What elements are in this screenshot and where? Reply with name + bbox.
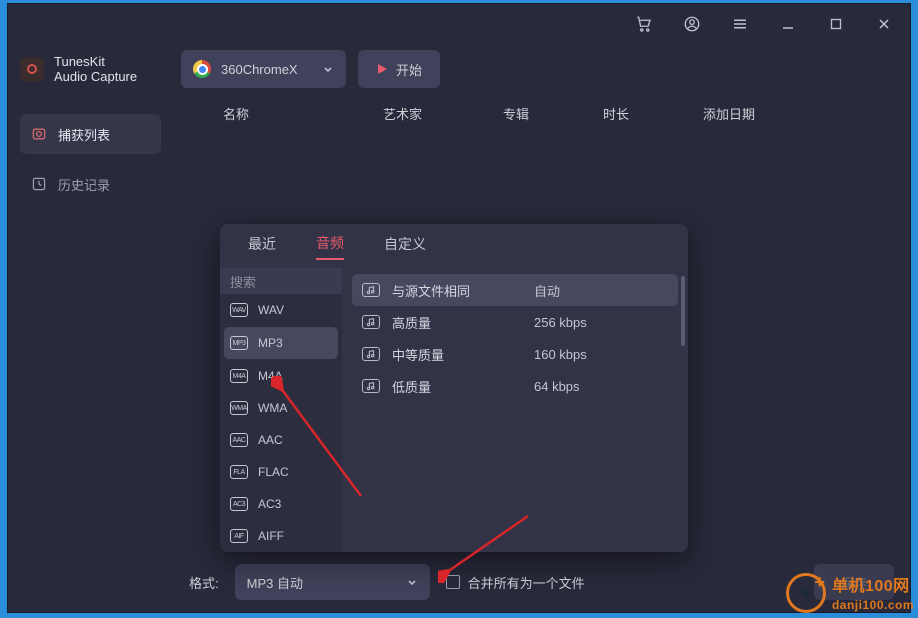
source-label: 360ChromeX (221, 62, 298, 77)
format-dropdown[interactable]: MP3 自动 (235, 564, 430, 600)
sidebar: TunesKit Audio Capture 捕获列表 历史记录 (8, 44, 173, 612)
user-icon[interactable] (674, 6, 710, 42)
format-badge-icon: WAV (230, 303, 248, 317)
chevron-down-icon (406, 576, 418, 588)
tab-recent[interactable]: 最近 (248, 234, 276, 259)
quality-name: 低质量 (392, 377, 522, 396)
format-name: AC3 (258, 497, 281, 511)
format-item-ac3[interactable]: AC3 AC3 (220, 488, 342, 520)
app-title-line2: Audio Capture (54, 69, 137, 84)
sidebar-item-label: 捕获列表 (58, 125, 110, 144)
start-label: 开始 (396, 60, 422, 79)
quality-name: 高质量 (392, 313, 522, 332)
tab-audio[interactable]: 音频 (316, 233, 344, 260)
play-icon (376, 63, 388, 75)
quality-value: 自动 (534, 281, 560, 300)
quality-value: 64 kbps (534, 379, 580, 394)
merge-label: 合并所有为一个文件 (468, 573, 585, 592)
format-popup: 最近 音频 自定义 搜索 WAV WAV MP3 MP3 M4A M4A WMA WMA AAC… (220, 224, 688, 552)
col-duration: 时长 (603, 104, 703, 123)
format-item-aiff[interactable]: AIF AIFF (220, 520, 342, 552)
capture-list-icon (30, 126, 48, 142)
maximize-icon[interactable] (818, 6, 854, 42)
popup-tabs: 最近 音频 自定义 (220, 224, 688, 268)
menu-icon[interactable] (722, 6, 758, 42)
format-badge-icon: MP3 (230, 336, 248, 350)
source-dropdown[interactable]: 360ChromeX (181, 50, 346, 88)
col-artist: 艺术家 (383, 104, 503, 123)
format-name: AAC (258, 433, 283, 447)
col-album: 专辑 (503, 104, 603, 123)
quality-item[interactable]: 与源文件相同自动 (352, 274, 678, 306)
format-item-flac[interactable]: FLA FLAC (220, 456, 342, 488)
quality-value: 160 kbps (534, 347, 587, 362)
titlebar (8, 4, 910, 44)
merge-checkbox[interactable]: 合并所有为一个文件 (446, 573, 585, 592)
sidebar-item-history[interactable]: 历史记录 (20, 164, 161, 204)
format-value: MP3 自动 (247, 573, 303, 592)
music-note-icon (362, 283, 380, 297)
format-name: WMA (258, 401, 287, 415)
scrollbar[interactable] (681, 276, 685, 346)
format-item-m4a[interactable]: M4A M4A (220, 360, 342, 392)
tab-custom[interactable]: 自定义 (384, 234, 426, 259)
format-item-mp3[interactable]: MP3 MP3 (224, 327, 338, 359)
app-title: TunesKit Audio Capture (54, 54, 137, 84)
quality-item[interactable]: 中等质量 160 kbps (352, 338, 678, 370)
format-name: M4A (258, 369, 283, 383)
quality-list: 与源文件相同自动高质量256 kbps中等质量160 kbps低质量64 kbp… (342, 268, 688, 552)
format-label: 格式: (189, 573, 219, 592)
save-label: 保存 (841, 573, 867, 592)
format-name: WAV (258, 303, 284, 317)
quality-item[interactable]: 低质量 64 kbps (352, 370, 678, 402)
column-headers: 名称 艺术家 专辑 时长 添加日期 (173, 94, 910, 123)
format-item-wav[interactable]: WAV WAV (220, 294, 342, 326)
music-note-icon (362, 347, 380, 361)
chrome-icon (193, 60, 211, 78)
col-name: 名称 (223, 104, 383, 123)
format-badge-icon: M4A (230, 369, 248, 383)
chevron-down-icon (322, 63, 334, 75)
quality-item[interactable]: 高质量 256 kbps (352, 306, 678, 338)
col-date: 添加日期 (703, 104, 803, 123)
music-note-icon (362, 379, 380, 393)
format-name: AIFF (258, 529, 284, 543)
format-name: FLAC (258, 465, 289, 479)
sidebar-item-label: 历史记录 (58, 175, 110, 194)
app-title-line1: TunesKit (54, 54, 137, 69)
format-list: 搜索 WAV WAV MP3 MP3 M4A M4A WMA WMA AAC AAC FLA FLAC… (220, 268, 342, 552)
start-button[interactable]: 开始 (358, 50, 440, 88)
history-icon (30, 176, 48, 192)
sidebar-item-capture-list[interactable]: 捕获列表 (20, 114, 161, 154)
format-badge-icon: WMA (230, 401, 248, 415)
cart-icon[interactable] (626, 6, 662, 42)
format-badge-icon: AIF (230, 529, 248, 543)
popup-body: 搜索 WAV WAV MP3 MP3 M4A M4A WMA WMA AAC AAC FLA FLAC… (220, 268, 688, 552)
format-name: MP3 (258, 336, 283, 350)
format-badge-icon: FLA (230, 465, 248, 479)
quality-name: 与源文件相同 (392, 281, 522, 300)
minimize-icon[interactable] (770, 6, 806, 42)
close-icon[interactable] (866, 6, 902, 42)
quality-value: 256 kbps (534, 315, 587, 330)
format-item-aac[interactable]: AAC AAC (220, 424, 342, 456)
quality-name: 中等质量 (392, 345, 522, 364)
music-note-icon (362, 315, 380, 329)
checkbox-icon (446, 575, 460, 589)
format-badge-icon: AAC (230, 433, 248, 447)
footer: 格式: MP3 自动 合并所有为一个文件 保存 (173, 552, 910, 612)
format-item-wma[interactable]: WMA WMA (220, 392, 342, 424)
format-badge-icon: AC3 (230, 497, 248, 511)
toolbar: 360ChromeX 开始 (173, 44, 910, 94)
app-logo: TunesKit Audio Capture (20, 54, 161, 84)
logo-icon (20, 57, 44, 81)
save-button[interactable]: 保存 (814, 564, 894, 600)
search-input[interactable]: 搜索 (220, 268, 342, 294)
